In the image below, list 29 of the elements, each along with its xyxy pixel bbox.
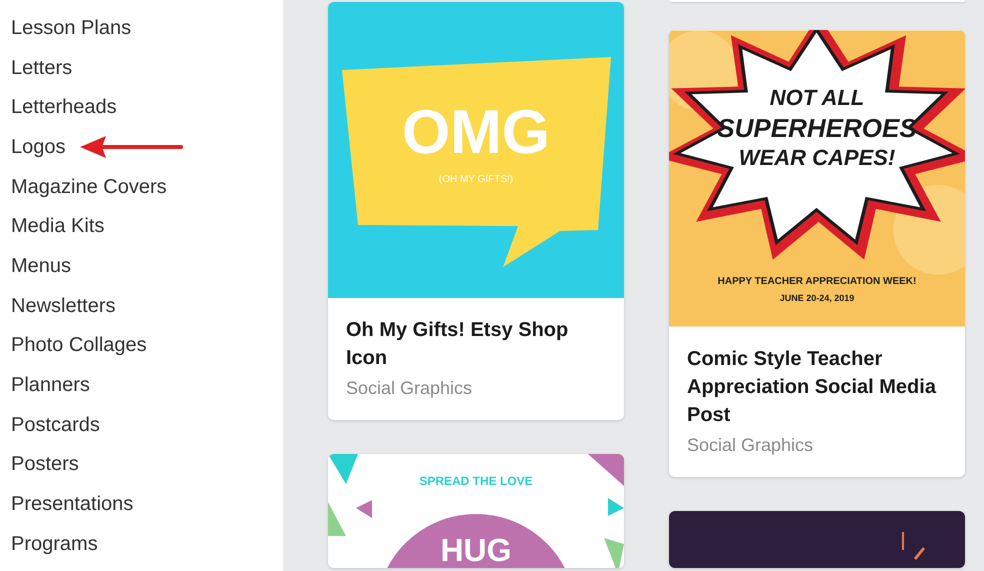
headline-text: SUPERHEROES	[717, 112, 917, 144]
sidebar-item[interactable]: Postcards	[11, 412, 100, 438]
headline-text: NOT ALL	[770, 84, 864, 112]
card-category: Social Graphics	[687, 434, 814, 457]
tagline-text: SPREAD THE LOVE	[419, 474, 533, 488]
sidebar-item[interactable]: Magazine Covers	[11, 174, 167, 200]
subline-text: (OH MY GIFTS!)	[438, 173, 514, 187]
sidebar-item[interactable]: Menus	[11, 252, 72, 279]
sidebar-item[interactable]: Newsletters	[11, 292, 116, 319]
sidebar-item[interactable]: Letterheads	[11, 94, 117, 120]
sidebar-item[interactable]: Planners	[11, 372, 90, 398]
sidebar-item[interactable]: Letters	[11, 54, 72, 81]
sidebar-item[interactable]: Logos	[11, 134, 66, 160]
template-card[interactable]: OMG (OH MY GIFTS!) Oh My Gifts! Etsy Shop Icon Social Graphics	[328, 2, 624, 420]
card-category: Social Graphics	[346, 377, 474, 400]
card-title: Oh My Gifts! Etsy Shop Icon	[346, 318, 570, 371]
sidebar-item[interactable]: Media Kits	[11, 213, 104, 240]
headline-text: OMG	[402, 102, 550, 164]
sidebar-item[interactable]: Presentations	[11, 491, 134, 518]
sidebar-item[interactable]: Programs	[11, 530, 98, 557]
headline-text: WEAR CAPES!	[738, 144, 896, 172]
sidebar-item[interactable]: Lesson Plans	[11, 14, 132, 41]
sidebar-item[interactable]: Posters	[11, 451, 79, 478]
headline-text: HUG	[440, 534, 512, 566]
template-card[interactable]: NOT ALL SUPERHEROES WEAR CAPES! HAPPY TEACHER APPRECIATION WEEK! JUNE 20-24, 2019 Comic Style Teacher Appreciation Social Media Post Social Graphics	[669, 30, 965, 477]
event-text: HAPPY TEACHER APPRECIATION WEEK!	[718, 275, 916, 289]
date-text: JUNE 20-24, 2019	[780, 292, 854, 305]
card-title: Comic Style Teacher Appreciation Social Media Post	[687, 347, 938, 428]
sidebar-item[interactable]: Photo Collages	[11, 332, 147, 358]
